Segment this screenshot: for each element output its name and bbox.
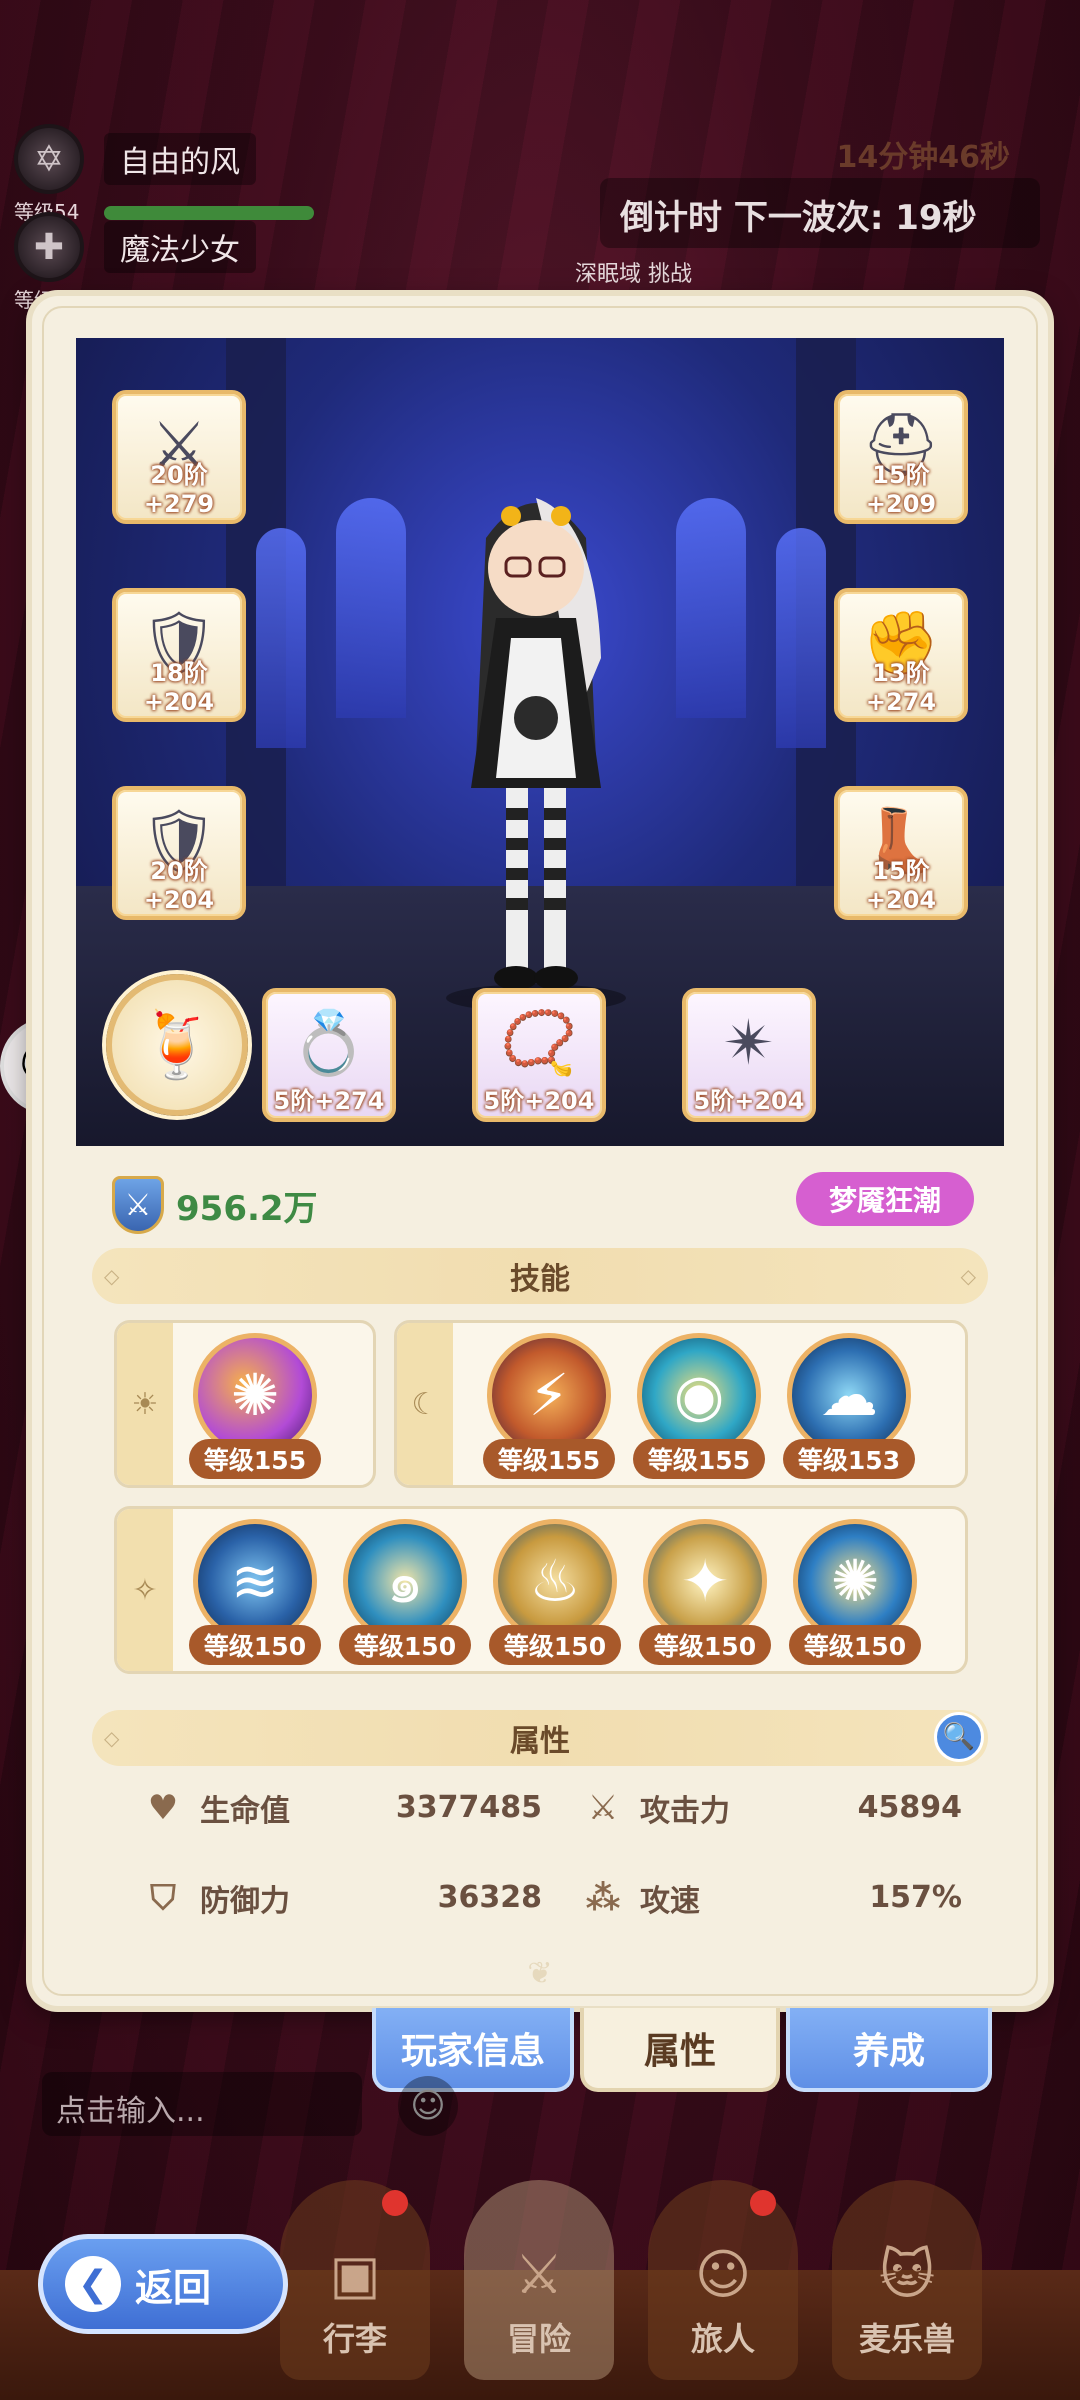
sun-icon: ☀ <box>117 1323 173 1485</box>
crossed-swords-icon: ⚔ <box>514 2243 564 2306</box>
attr-speed: ⁂ 攻速 <box>580 1876 700 1920</box>
skill-slot[interactable]: ☁ 等级153 <box>781 1329 917 1479</box>
attr-attack: ⚔ 攻击力 <box>580 1786 730 1830</box>
attr-hp-value: 3377485 <box>395 1790 542 1825</box>
attr-speed-value: 157% <box>869 1880 962 1915</box>
back-button[interactable]: ❮ 返回 <box>38 2234 288 2334</box>
tab-attributes[interactable]: 属性 <box>580 2008 780 2092</box>
character-icon: ☺ <box>694 2243 752 2306</box>
skill-slot[interactable]: ≋ 等级150 <box>187 1515 323 1665</box>
skills-header: ◇ 技能 ◇ <box>92 1248 988 1304</box>
skill-slot[interactable]: ๑ 等级150 <box>337 1515 473 1665</box>
attr-defense: ⛉ 防御力 <box>140 1876 290 1920</box>
party-member-2[interactable]: ✚ 等级120 魔法少女 <box>14 212 314 312</box>
potion-icon: 🍹 <box>137 1008 217 1083</box>
equip-slot-ring[interactable]: 💍 5阶+274 <box>262 988 396 1122</box>
event-badge[interactable]: 梦魇狂潮 <box>796 1172 974 1226</box>
equip-slot-weapon[interactable]: ⚔ 20阶+279 <box>112 390 246 524</box>
character-scene: ⚔ 20阶+279 🛡 18阶+204 🛡 20阶+204 ⛑ 15阶+209 … <box>76 338 1004 1146</box>
star-icon: ✧ <box>117 1509 173 1671</box>
skill-slot[interactable]: ✺ 等级155 <box>187 1329 323 1479</box>
moon-icon: ☾ <box>397 1323 453 1485</box>
party-member-name: 魔法少女 <box>104 221 256 273</box>
pet-icon: 🐱 <box>878 2243 936 2306</box>
speed-nodes-icon: ⁂ <box>585 1878 621 1918</box>
elapsed-timer: 14分钟46秒 <box>836 140 1011 175</box>
notification-dot <box>382 2190 408 2216</box>
skill-group-moon: ☾ ⚡ 等级155 ◉ 等级155 ☁ 等级153 <box>394 1320 968 1488</box>
skill-slot[interactable]: ◉ 等级155 <box>631 1329 767 1479</box>
diamond-icon: ◇ <box>104 1264 120 1288</box>
equip-slot-chest[interactable]: 🛡 18阶+204 <box>112 588 246 722</box>
skill-slot[interactable]: ⚡ 等级155 <box>481 1329 617 1479</box>
skill-slot[interactable]: ✦ 等级150 <box>637 1515 773 1665</box>
search-icon: 🔍 <box>942 1722 976 1752</box>
amulet-icon: ✴ <box>723 1006 775 1079</box>
equip-slot-helmet[interactable]: ⛑ 15阶+209 <box>834 390 968 524</box>
necklace-icon: 📿 <box>500 1006 578 1079</box>
ring-icon: 💍 <box>290 1006 368 1079</box>
skill-slot[interactable]: ♨ 等级150 <box>487 1515 623 1665</box>
tab-training[interactable]: 养成 <box>786 2008 992 2092</box>
attributes-header: ◇ 属性 <box>92 1710 988 1766</box>
attr-hp: ♥ 生命值 <box>140 1786 290 1830</box>
equip-slot-amulet[interactable]: ✴ 5阶+204 <box>682 988 816 1122</box>
crossed-swords-icon: ⚔ <box>587 1788 619 1828</box>
chest-icon: ▣ <box>329 2243 381 2306</box>
nav-traveler[interactable]: ☺ 旅人 <box>648 2180 798 2380</box>
character-panel: ⚔ 20阶+279 🛡 18阶+204 🛡 20阶+204 ⛑ 15阶+209 … <box>32 296 1048 2006</box>
diamond-icon: ◇ <box>960 1264 976 1288</box>
diamond-icon: ◇ <box>104 1726 120 1750</box>
attr-defense-value: 36328 <box>437 1880 542 1915</box>
nav-pet[interactable]: 🐱 麦乐兽 <box>832 2180 982 2380</box>
heart-icon: ♥ <box>147 1788 179 1828</box>
wave-countdown: 倒计时 下一波次: 19秒 <box>600 178 1040 248</box>
equip-slot-gloves[interactable]: ✊ 13阶+274 <box>834 588 968 722</box>
attr-attack-value: 45894 <box>857 1790 962 1825</box>
equip-slot-boots[interactable]: 👢 15阶+204 <box>834 786 968 920</box>
chevron-left-icon: ❮ <box>65 2256 121 2312</box>
combat-power-icon: ⚔ <box>112 1176 164 1234</box>
combat-power-value: 956.2万 <box>176 1188 318 1229</box>
skill-group-sun: ☀ ✺ 等级155 <box>114 1320 376 1488</box>
equip-slot-legs[interactable]: 🛡 20阶+204 <box>112 786 246 920</box>
emoji-icon[interactable]: ☺ <box>398 2076 458 2136</box>
zone-label: 深眠域 挑战 <box>575 262 692 287</box>
attribute-details-button[interactable]: 🔍 <box>934 1712 984 1762</box>
shield-icon: ⛉ <box>150 1878 176 1918</box>
party-member-1[interactable]: ✡ 等级54 自由的风 <box>14 124 314 224</box>
skill-group-star: ✧ ≋ 等级150 ๑ 等级150 ♨ 等级150 ✦ 等级150 ✺ 等级15… <box>114 1506 968 1674</box>
consumable-slot[interactable]: 🍹 <box>106 974 248 1116</box>
nav-adventure[interactable]: ⚔ 冒险 <box>464 2180 614 2380</box>
nav-bag[interactable]: ▣ 行李 <box>280 2180 430 2380</box>
tab-player-info[interactable]: 玩家信息 <box>372 2008 574 2092</box>
notification-dot <box>750 2190 776 2216</box>
party-member-name: 自由的风 <box>104 133 256 185</box>
character-avatar[interactable] <box>426 458 646 1018</box>
class-emblem-icon: ✚ <box>14 212 84 282</box>
equip-slot-necklace[interactable]: 📿 5阶+204 <box>472 988 606 1122</box>
combat-power: ⚔ 956.2万 <box>112 1176 318 1234</box>
chat-input[interactable]: 点击输入... <box>42 2072 362 2136</box>
ornament-icon: ❦ <box>527 1956 553 1991</box>
class-emblem-icon: ✡ <box>14 124 84 194</box>
skill-slot[interactable]: ✺ 等级150 <box>787 1515 923 1665</box>
